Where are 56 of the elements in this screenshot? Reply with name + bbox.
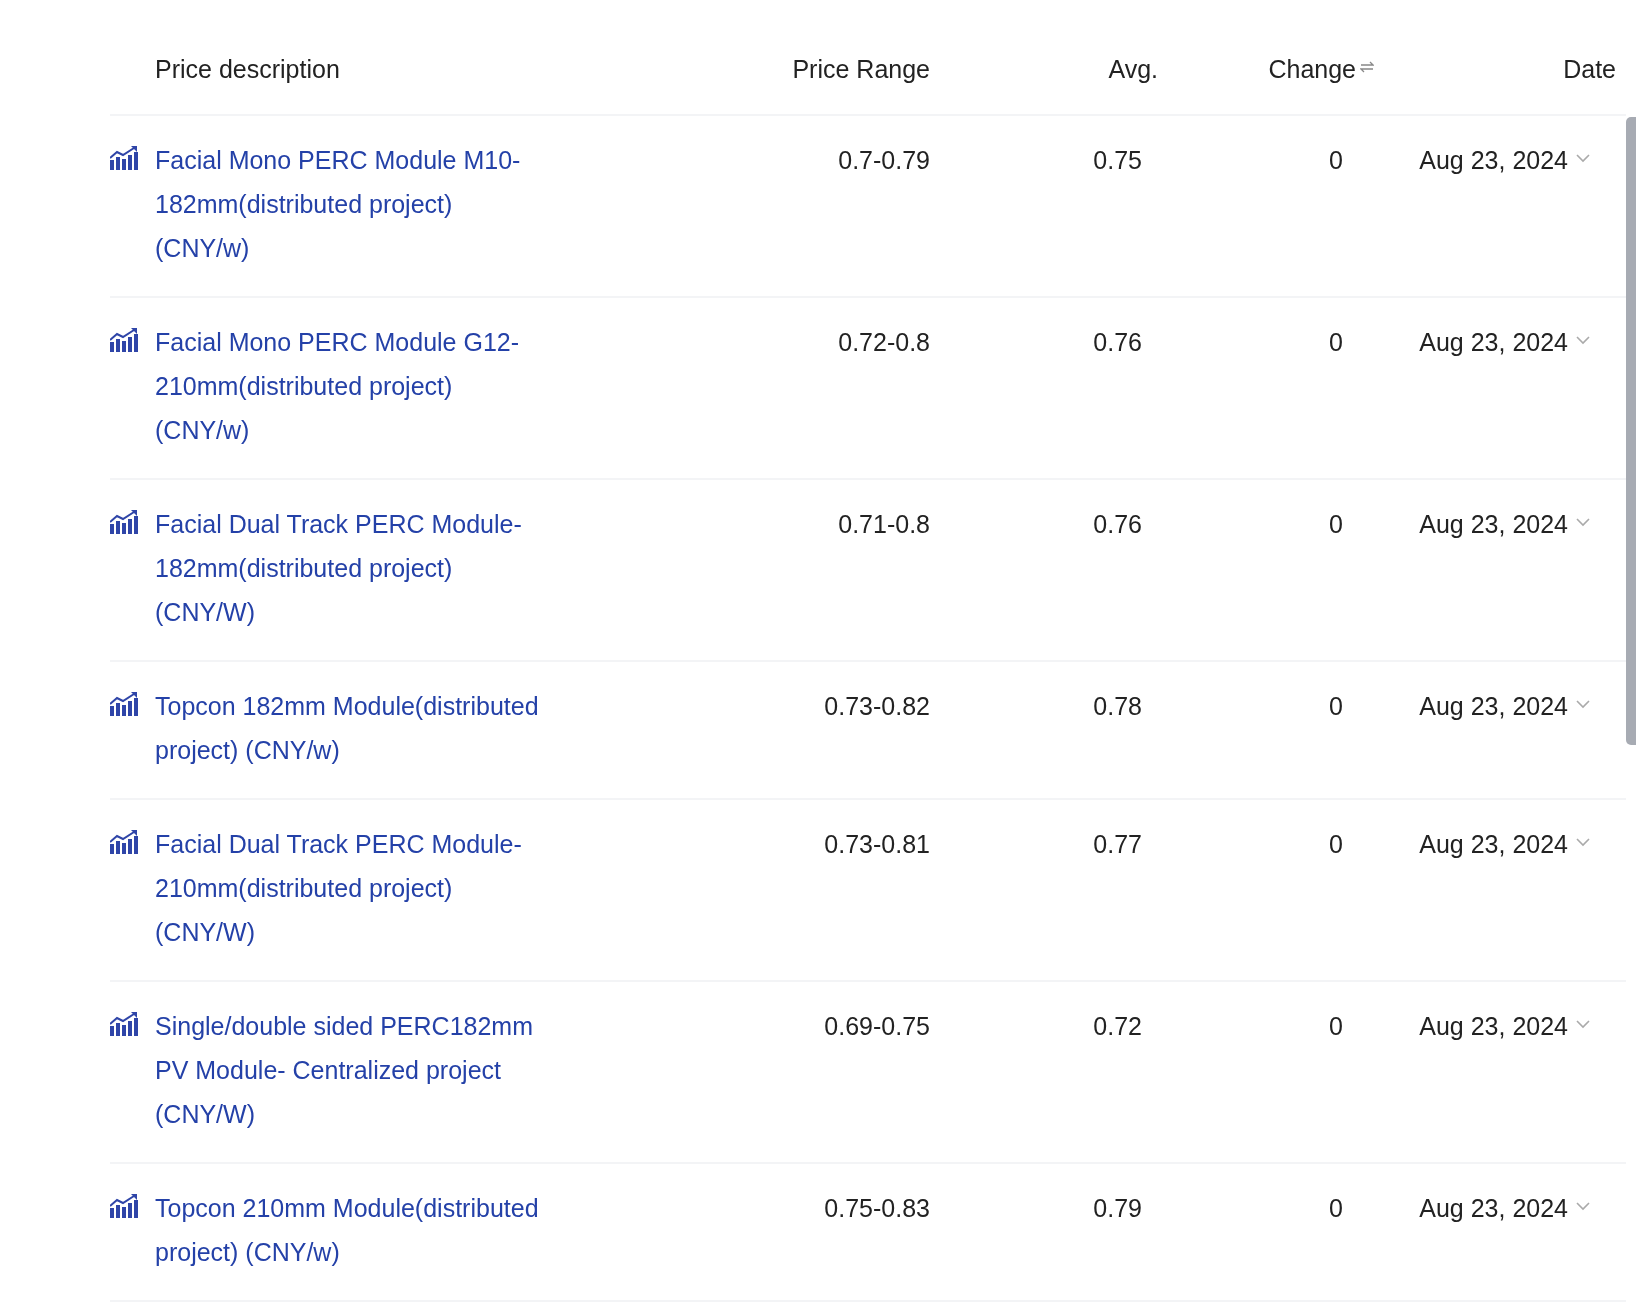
price-range-cell-text: 0.72-0.8 [837,327,930,358]
average-cell-text: 0.77 [1092,829,1142,860]
bar-chart-icon [110,328,138,352]
column-header: Date [1563,54,1616,86]
chevron-down-icon[interactable] [1576,1019,1590,1029]
date-cell-text: Aug 23, 2024 [1419,691,1568,722]
change-cell-text: 0 [1328,1193,1343,1224]
change-cell-text: 0 [1328,691,1343,722]
date-cell-text: Aug 23, 2024 [1419,509,1568,540]
price-description-link[interactable]: Facial Dual Track PERC Module-182mm(distributed project) (CNY/W) [155,502,550,634]
price-range-cell-text: 0.75-0.83 [823,1193,930,1224]
change-cell-text: 0 [1328,327,1343,358]
chevron-down-icon[interactable] [1576,1201,1590,1211]
price-description-link[interactable]: Single/double sided PERC182mm PV Module- Centralized project (CNY/W) [155,1004,550,1136]
scrollbar-thumb[interactable] [1626,117,1636,745]
chevron-down-icon[interactable] [1576,153,1590,163]
average-cell-text: 0.78 [1092,691,1142,722]
price-range-cell-text: 0.73-0.81 [823,829,930,860]
column-header: Avg. [1108,54,1158,86]
price-range-cell-text: 0.71-0.8 [837,509,930,540]
column-header[interactable]: Change [1268,51,1356,89]
average-cell-text: 0.75 [1092,145,1142,176]
change-cell-text: 0 [1328,145,1343,176]
date-cell-text: Aug 23, 2024 [1419,1011,1568,1042]
bar-chart-icon [110,830,138,854]
price-range-cell-text: 0.7-0.79 [837,145,930,176]
column-header: Price description [155,54,340,86]
average-cell-text: 0.79 [1092,1193,1142,1224]
price-range-cell-text: 0.73-0.82 [823,691,930,722]
price-description-link[interactable]: Facial Mono PERC Module G12-210mm(distributed project) (CNY/w) [155,320,550,452]
bar-chart-icon [110,1012,138,1036]
bar-chart-icon [110,1194,138,1218]
date-cell-text: Aug 23, 2024 [1419,1193,1568,1224]
chevron-down-icon[interactable] [1576,699,1590,709]
price-range-cell-text: 0.69-0.75 [823,1011,930,1042]
bar-chart-icon [110,692,138,716]
price-description-link[interactable]: Topcon 210mm Module(distributed project) (CNY/w) [155,1186,550,1274]
column-header: Price Range [792,54,930,86]
average-cell-text: 0.72 [1092,1011,1142,1042]
average-cell-text: 0.76 [1092,509,1142,540]
change-cell-text: 0 [1328,509,1343,540]
date-cell-text: Aug 23, 2024 [1419,145,1568,176]
price-description-link[interactable]: Facial Dual Track PERC Module-210mm(distributed project) (CNY/W) [155,822,550,954]
change-cell-text: 0 [1328,1011,1343,1042]
chevron-down-icon[interactable] [1576,335,1590,345]
date-cell-text: Aug 23, 2024 [1419,829,1568,860]
sort-icon[interactable] [1360,61,1374,73]
bar-chart-icon [110,510,138,534]
chevron-down-icon[interactable] [1576,517,1590,527]
chevron-down-icon[interactable] [1576,837,1590,847]
change-cell-text: 0 [1328,829,1343,860]
date-cell-text: Aug 23, 2024 [1419,327,1568,358]
average-cell-text: 0.76 [1092,327,1142,358]
price-description-link[interactable]: Topcon 182mm Module(distributed project) (CNY/w) [155,684,550,772]
bar-chart-icon [110,146,138,170]
price-description-link[interactable]: Facial Mono PERC Module M10-182mm(distributed project) (CNY/w) [155,138,550,270]
